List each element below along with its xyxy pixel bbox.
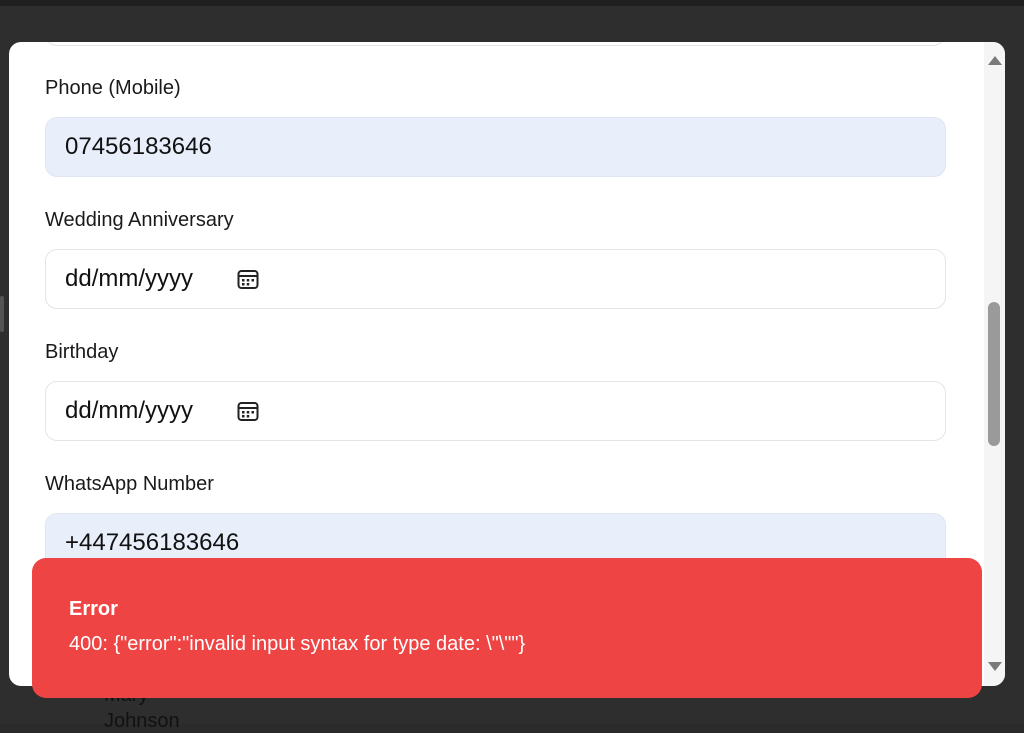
wedding-anniversary-input[interactable]: dd/mm/yyyy [45, 249, 946, 309]
backdrop-top-bar [0, 0, 1024, 6]
scrollbar-thumb[interactable] [988, 302, 1000, 446]
phone-mobile-value: 07456183646 [65, 133, 212, 160]
scroll-down-arrow-icon[interactable] [988, 662, 1002, 671]
error-toast-title: Error [69, 598, 118, 620]
wedding-anniversary-value: dd/mm/yyyy [65, 265, 194, 292]
background-contact-last-name: Johnson [104, 710, 180, 732]
birthday-label: Birthday [45, 341, 119, 363]
birthday-input[interactable]: dd/mm/yyyy [45, 381, 946, 441]
calendar-icon[interactable] [237, 268, 259, 290]
whatsapp-label: WhatsApp Number [45, 473, 214, 495]
phone-mobile-label: Phone (Mobile) [45, 77, 181, 99]
phone-mobile-input[interactable]: 07456183646 [45, 117, 946, 177]
modal-scrollbar[interactable] [984, 42, 1005, 686]
backdrop-edge-handle [0, 296, 4, 332]
birthday-value: dd/mm/yyyy [65, 397, 194, 424]
whatsapp-value: +447456183646 [65, 529, 240, 556]
error-toast-message: 400: {"error":"invalid input syntax for … [69, 633, 526, 655]
error-toast[interactable]: Error 400: {"error":"invalid input synta… [32, 558, 982, 698]
calendar-icon[interactable] [237, 400, 259, 422]
wedding-anniversary-label: Wedding Anniversary [45, 209, 234, 231]
scroll-up-arrow-icon[interactable] [988, 56, 1002, 65]
previous-field-edge [45, 42, 945, 46]
